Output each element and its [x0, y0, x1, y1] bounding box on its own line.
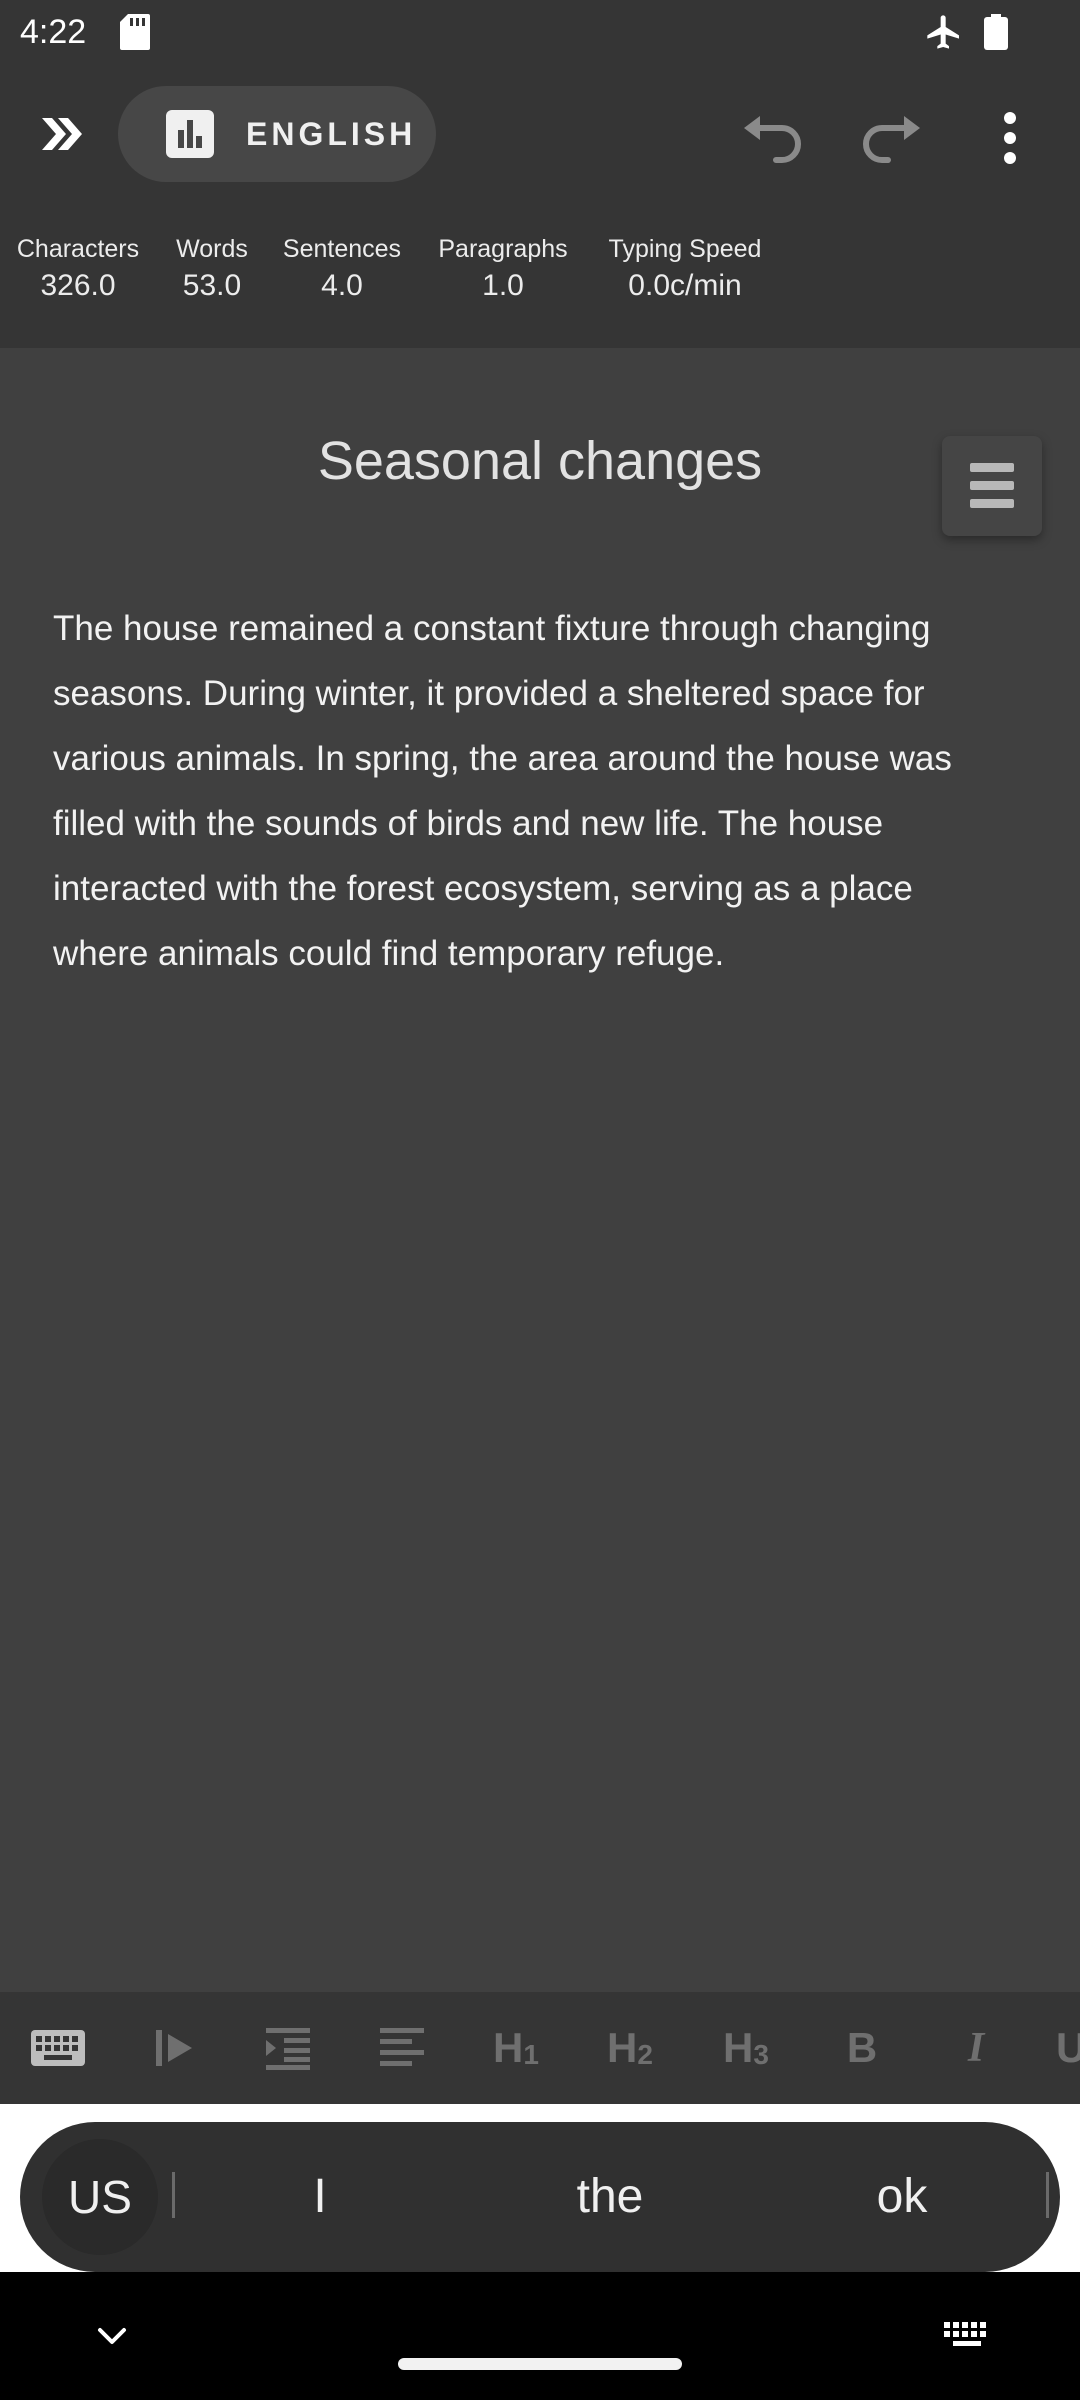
double-chevron-right-icon	[42, 118, 82, 150]
stat-value: 53.0	[182, 269, 242, 302]
indent-button[interactable]	[252, 2016, 324, 2080]
italic-button[interactable]: I	[940, 2016, 1012, 2080]
stat-label: Words	[176, 235, 248, 263]
heading-3-button[interactable]: H3	[710, 2016, 782, 2080]
keyboard-icon[interactable]	[942, 2320, 992, 2354]
more-vert-icon[interactable]	[990, 106, 1030, 170]
keyboard-suggestion-area: US I the ok	[0, 2104, 1080, 2272]
stat-words: Words 53.0	[166, 232, 258, 306]
heading-2-button[interactable]: H2	[594, 2016, 666, 2080]
navigation-bar	[0, 2272, 1080, 2400]
undo-icon[interactable]	[736, 106, 808, 170]
stat-value: 4.0	[321, 269, 363, 302]
align-button[interactable]	[366, 2016, 438, 2080]
underline-button[interactable]: U	[1056, 2016, 1080, 2080]
bold-label: B	[846, 2024, 878, 2071]
divider	[172, 2172, 175, 2218]
language-chip[interactable]: ENGLISH	[118, 86, 436, 182]
stat-label: Paragraphs	[438, 235, 568, 263]
stat-label: Sentences	[282, 235, 402, 263]
keyboard-toggle-button[interactable]	[22, 2016, 94, 2080]
suggestion-2[interactable]: the	[480, 2122, 740, 2272]
stat-value: 1.0	[482, 269, 524, 302]
chevron-down-icon[interactable]	[92, 2316, 132, 2356]
document-title[interactable]: Seasonal changes	[0, 426, 1080, 496]
suggestion-1[interactable]: I	[190, 2122, 450, 2272]
expand-button[interactable]	[24, 100, 100, 168]
format-toolbar: H1 H2 H3 B I U	[0, 1992, 1080, 2104]
document-body[interactable]: The house remained a constant fixture th…	[53, 596, 1013, 986]
stat-characters: Characters 326.0	[12, 232, 144, 306]
home-handle[interactable]	[398, 2358, 682, 2370]
suggestion-strip: US I the ok	[20, 2122, 1060, 2272]
heading-1-label: H1	[493, 2024, 539, 2071]
airplane-icon	[927, 15, 959, 49]
play-icon	[156, 2030, 192, 2066]
suggestion-3[interactable]: ok	[772, 2122, 1032, 2272]
stat-value: 326.0	[40, 269, 116, 302]
bold-button[interactable]: B	[826, 2016, 898, 2080]
stat-typing-speed: Typing Speed 0.0c/min	[596, 232, 774, 306]
outline-button[interactable]	[942, 436, 1042, 536]
italic-label: I	[967, 2025, 985, 2071]
redo-icon[interactable]	[856, 106, 928, 170]
status-bar: 4:22	[0, 0, 1080, 66]
bar-chart-icon	[166, 110, 214, 158]
outdent-button[interactable]	[138, 2016, 210, 2080]
heading-2-label: H2	[607, 2024, 653, 2071]
status-time: 4:22	[20, 13, 87, 51]
stat-label: Characters	[16, 235, 140, 263]
battery-icon	[984, 14, 1008, 50]
heading-3-label: H3	[723, 2024, 769, 2071]
indent-icon	[266, 2028, 310, 2070]
language-label: ENGLISH	[246, 115, 417, 152]
stats-row: Characters 326.0 Words 53.0 Sentences 4.…	[0, 232, 1080, 332]
keyboard-icon	[31, 2030, 85, 2066]
underline-label: U	[1056, 2024, 1080, 2071]
sd-card-icon	[120, 14, 150, 50]
stat-paragraphs: Paragraphs 1.0	[434, 232, 572, 306]
language-switch-key[interactable]: US	[42, 2139, 158, 2255]
align-left-icon	[380, 2028, 424, 2066]
app-bar: ENGLISH Characters 326.0 Words 53.0 Sent…	[0, 66, 1080, 348]
stat-sentences: Sentences 4.0	[280, 232, 404, 306]
divider	[1046, 2172, 1049, 2218]
menu-icon	[970, 463, 1014, 508]
stat-value: 0.0c/min	[628, 269, 742, 302]
stat-label: Typing Speed	[608, 235, 762, 263]
heading-1-button[interactable]: H1	[480, 2016, 552, 2080]
